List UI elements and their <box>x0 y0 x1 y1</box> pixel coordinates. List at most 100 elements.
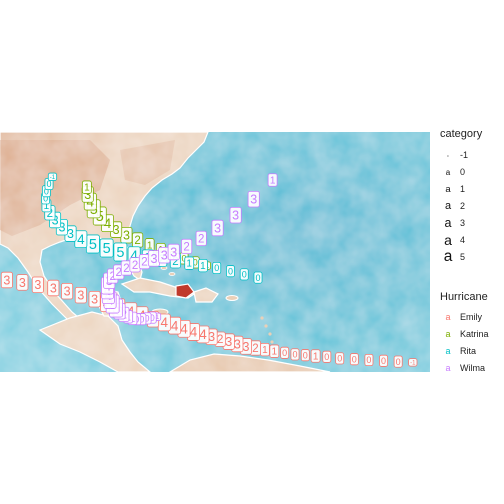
svg-text:3: 3 <box>123 229 130 243</box>
legend-category-item: a3 <box>440 215 466 231</box>
track-label-rita: 5 <box>99 238 114 258</box>
svg-text:0: 0 <box>255 273 260 283</box>
svg-text:1: 1 <box>272 347 278 358</box>
track-label-emily: 0 <box>290 348 300 361</box>
legend-category-item: a1 <box>440 181 465 197</box>
track-label-rita: 0 <box>239 268 249 281</box>
svg-text:0: 0 <box>352 354 357 364</box>
legend-key-glyph: a <box>444 232 452 248</box>
track-label-emily: 3 <box>61 282 74 300</box>
track-label-katrina: 2 <box>132 232 144 248</box>
track-label-emily: 3 <box>74 286 87 304</box>
svg-text:5: 5 <box>103 241 111 257</box>
svg-text:4: 4 <box>190 325 198 340</box>
svg-text:1: 1 <box>262 345 268 356</box>
track-label-wilma: 2 <box>181 238 193 254</box>
legend-key-glyph: a <box>444 200 452 212</box>
legend-category-item: a0 <box>440 164 465 180</box>
svg-text:3: 3 <box>67 227 74 241</box>
svg-text:2: 2 <box>141 257 147 269</box>
legend-category-label: 4 <box>460 235 466 245</box>
legend-hurricane-item: a Katrina <box>440 326 488 342</box>
svg-text:2: 2 <box>252 343 258 355</box>
track-label-emily: -1 <box>408 358 418 367</box>
track-label-wilma: 3 <box>229 206 242 224</box>
legend-category-label: 0 <box>460 167 466 177</box>
svg-text:0: 0 <box>303 350 308 360</box>
track-label-rita: 0 <box>212 261 222 275</box>
legend-category-item: • -1 <box>440 147 468 163</box>
svg-text:3: 3 <box>214 221 221 235</box>
legend-key-glyph: a <box>443 248 453 265</box>
legend-category-label: 5 <box>460 252 466 262</box>
track-label-rita: 0 <box>253 271 263 284</box>
track-label-wilma: 1 <box>267 173 278 187</box>
svg-text:3: 3 <box>19 276 26 290</box>
svg-text:4: 4 <box>180 322 188 337</box>
track-label-rita: 4 <box>74 230 88 249</box>
track-label-katrina: 3 <box>120 226 133 244</box>
legend-hurricane-label: Emily <box>460 312 482 322</box>
legend-key-glyph: a <box>445 346 451 356</box>
svg-text:-1: -1 <box>410 361 416 367</box>
svg-text:1: 1 <box>313 352 319 363</box>
track-label-emily: 3 <box>16 274 29 291</box>
svg-text:3: 3 <box>150 252 157 266</box>
svg-text:1: 1 <box>270 176 276 187</box>
legend-hurricane-item: a Wilma <box>440 360 485 376</box>
track-label-emily: 0 <box>364 353 374 367</box>
track-label-wilma: 3 <box>147 250 160 267</box>
svg-text:2: 2 <box>198 233 204 245</box>
track-label-wilma: 3 <box>211 219 224 237</box>
track-label-emily: 0 <box>300 349 310 362</box>
legend-key-glyph: a <box>444 216 452 230</box>
svg-text:3: 3 <box>232 209 239 223</box>
track-label-emily: 1 <box>259 342 270 357</box>
legend-category-label: 1 <box>460 184 466 194</box>
svg-text:1: 1 <box>186 259 192 270</box>
svg-text:3: 3 <box>250 193 257 207</box>
svg-text:0: 0 <box>366 355 371 365</box>
svg-text:3: 3 <box>77 289 84 303</box>
track-label-emily: 0 <box>280 346 290 359</box>
svg-text:4: 4 <box>77 232 85 247</box>
track-label-emily: 3 <box>0 271 13 289</box>
track-label-rita: 1 <box>198 258 208 273</box>
legend-hurricane-label: Wilma <box>460 363 485 373</box>
legend-key-glyph: a <box>445 183 451 195</box>
legend-category-item: a2 <box>440 198 465 214</box>
track-label-emily: 3 <box>88 290 101 308</box>
legend-category-label: 2 <box>460 201 466 211</box>
track-label-emily: 0 <box>335 352 345 365</box>
track-label-wilma: 3 <box>247 190 260 208</box>
svg-text:0: 0 <box>292 350 297 360</box>
svg-text:0: 0 <box>282 348 287 358</box>
svg-text:3: 3 <box>170 245 177 259</box>
svg-text:0: 0 <box>214 263 219 273</box>
track-label-rita: 5 <box>85 234 100 254</box>
svg-text:3: 3 <box>3 273 10 287</box>
svg-text:5: 5 <box>89 237 97 253</box>
svg-text:5: 5 <box>116 245 124 261</box>
legend-key-glyph: a <box>445 363 451 373</box>
legend-hurricane-title: Hurricane <box>440 291 488 303</box>
svg-text:3: 3 <box>34 278 41 292</box>
svg-text:3: 3 <box>161 249 168 263</box>
legend-key-glyph: a <box>445 312 451 322</box>
hurricane-map-plot: -100000010001123332344444344443333333-10… <box>0 132 430 372</box>
svg-text:3: 3 <box>91 293 98 307</box>
svg-text:0: 0 <box>381 356 386 366</box>
svg-text:0: 0 <box>396 357 401 367</box>
legend-key-glyph: a <box>445 329 451 339</box>
track-label-emily: 1 <box>269 344 280 358</box>
svg-text:-1: -1 <box>50 175 56 181</box>
svg-text:0: 0 <box>337 354 342 364</box>
svg-text:1: 1 <box>84 183 90 194</box>
svg-text:0: 0 <box>242 270 247 280</box>
legend-hurricane-item: a Rita <box>440 343 476 359</box>
puerto-rico <box>225 295 239 301</box>
track-label-rita: 0 <box>226 265 235 278</box>
legend-key-glyph: • <box>447 152 449 158</box>
legend-key-glyph: a <box>445 167 451 177</box>
track-label-emily: 1 <box>310 349 321 363</box>
